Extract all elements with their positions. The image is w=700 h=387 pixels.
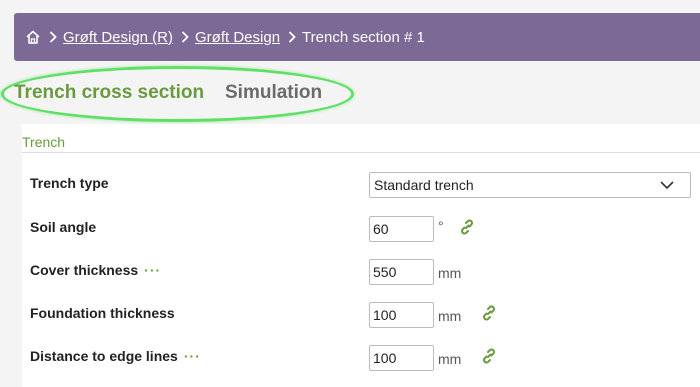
foundation-thickness-unit: mm [438,308,462,324]
link-icon[interactable] [459,219,475,235]
soil-angle-unit: ° [438,218,444,234]
cover-thickness-label-text: Cover thickness [30,262,139,278]
trench-type-select[interactable]: Standard trench [369,172,691,198]
chevron-down-icon [660,181,674,190]
foundation-thickness-input[interactable]: 100 [369,302,434,328]
cover-thickness-unit: mm [438,265,462,281]
trench-type-value: Standard trench [374,177,474,193]
cover-thickness-input[interactable]: 550 [369,259,434,285]
breadcrumb-link-groft-design[interactable]: Grøft Design [195,29,280,46]
home-icon[interactable] [25,29,41,45]
highlight-ellipse [1,66,354,122]
foundation-thickness-label: Foundation thickness [30,305,175,321]
section-divider [22,152,700,153]
distance-edge-input[interactable]: 100 [369,345,434,371]
more-icon[interactable]: ··· [144,262,161,278]
breadcrumb-current: Trench section # 1 [302,28,425,46]
link-icon[interactable] [481,305,497,321]
breadcrumb-bar: Grøft Design (R) Grøft Design Trench sec… [14,13,700,61]
cover-thickness-label: Cover thickness ··· [30,262,161,278]
link-icon[interactable] [481,348,497,364]
trench-type-label: Trench type [30,175,109,191]
more-icon[interactable]: ··· [184,348,201,364]
breadcrumb-link-groft-design-r[interactable]: Grøft Design (R) [63,29,173,46]
distance-edge-label: Distance to edge lines ··· [30,348,201,364]
chevron-right-icon [181,31,189,43]
distance-edge-label-text: Distance to edge lines [30,348,178,364]
chevron-right-icon [49,31,57,43]
chevron-right-icon [288,31,296,43]
soil-angle-label: Soil angle [30,219,97,235]
distance-edge-unit: mm [438,351,462,367]
section-title: Trench [22,134,66,150]
soil-angle-input[interactable]: 60 [369,216,434,242]
